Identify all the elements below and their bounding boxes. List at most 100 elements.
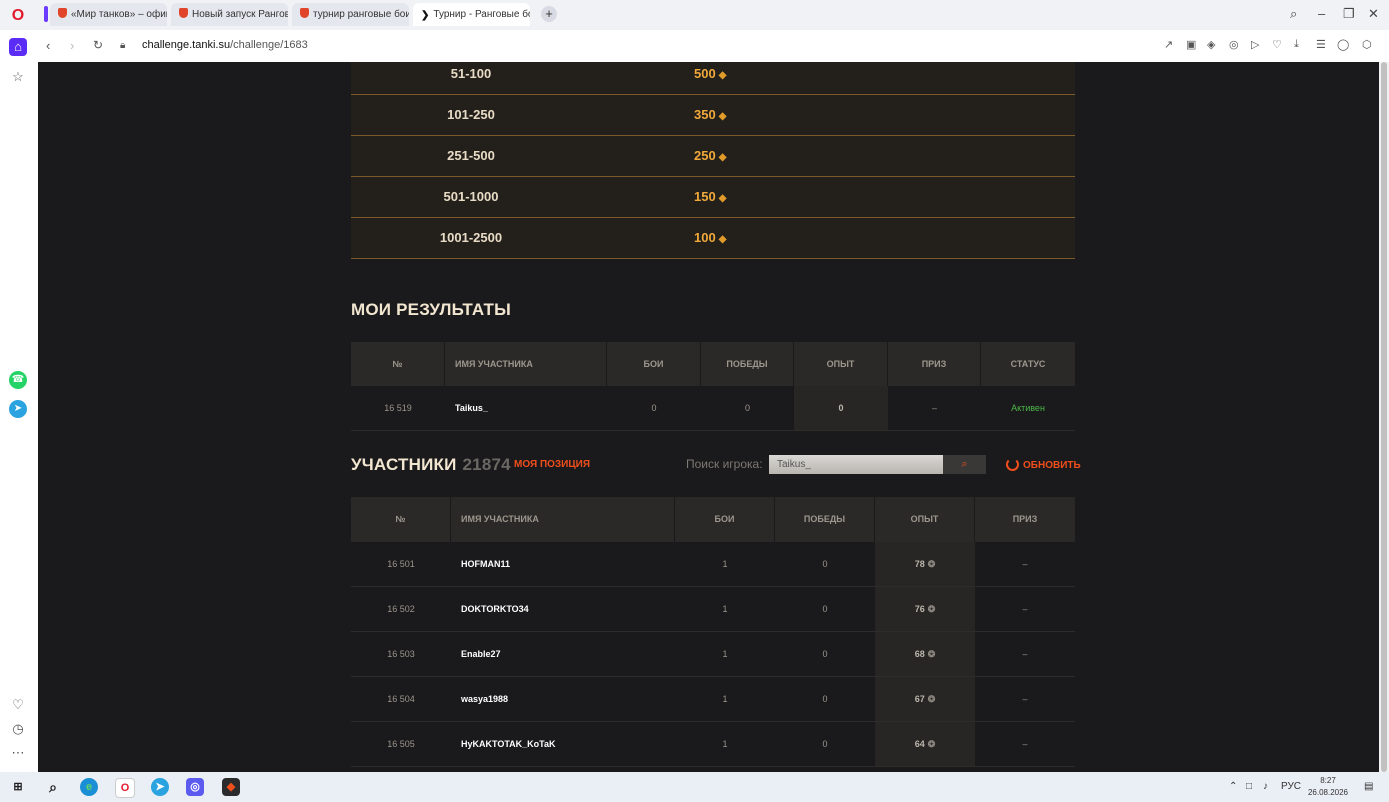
header-num[interactable]: № [351, 497, 451, 542]
volume-icon[interactable]: ♪ [1263, 781, 1268, 792]
table-header: № ИМЯ УЧАСТНИКА БОИ ПОБЕДЫ ОПЫТ ПРИЗ [351, 497, 1075, 542]
heart-icon[interactable]: ♡ [9, 696, 27, 714]
heart-icon[interactable]: ♡ [1272, 38, 1282, 51]
search-tabs-icon[interactable]: ⌕ [1290, 6, 1297, 22]
tab-ranked-launch[interactable]: Новый запуск Ранговых [171, 3, 288, 26]
clock[interactable]: 8:27 26.08.2026 [1307, 775, 1349, 799]
medal-icon: ❂ [927, 739, 936, 749]
header-name[interactable]: ИМЯ УЧАСТНИКА [445, 342, 607, 386]
header-wins[interactable]: ПОБЕДЫ [775, 497, 875, 542]
history-icon[interactable]: ◷ [9, 720, 27, 738]
cell-prize: – [1022, 559, 1028, 569]
player-search-input[interactable] [769, 455, 959, 474]
cell-prize: – [1022, 649, 1028, 659]
prize-table: 51-100 500 ◆ 101-250 350 ◆ 251-500 250 ◆ 50… [351, 62, 1075, 259]
header-battles[interactable]: БОИ [607, 342, 701, 386]
telegram-icon[interactable]: ➤ [151, 778, 169, 796]
tab-label: «Мир танков» – официал [71, 9, 167, 20]
lock-icon[interactable]: 🔒︎ [120, 40, 125, 51]
forward-icon[interactable]: › [70, 38, 74, 53]
cell-num: 16 519 [384, 403, 412, 413]
restore-icon[interactable]: ❐ [1343, 6, 1355, 22]
shield-favicon-icon [179, 8, 188, 18]
table-row: 16 505 HyKAKTOTAK_KoTaK 1 0 64 ❂ – [351, 722, 1075, 767]
medal-icon: ❂ [927, 604, 936, 614]
prize-value: 250 ◆ [694, 136, 726, 178]
medal-icon: ❂ [927, 559, 936, 569]
camera-icon[interactable]: ▣ [1186, 38, 1196, 51]
cell-num: 16 502 [387, 604, 415, 614]
exp-value: 76 [914, 604, 925, 614]
my-results-table: № ИМЯ УЧАСТНИКА БОИ ПОБЕДЫ ОПЫТ ПРИЗ СТА… [351, 342, 1075, 431]
header-prize[interactable]: ПРИЗ [975, 497, 1075, 542]
cell-name[interactable]: Enable27 [451, 632, 675, 676]
more-icon[interactable]: ⋯ [9, 744, 27, 762]
refresh-label: ОБНОВИТЬ [1023, 460, 1081, 471]
extensions-icon[interactable]: ⬡ [1362, 38, 1372, 51]
tray-expand-icon[interactable]: ⌃ [1229, 781, 1237, 792]
tab-tournament-active[interactable]: ❯Турнир - Ранговые бои. [413, 3, 530, 26]
search-icon: ⌕ [961, 458, 968, 470]
exp-value: 68 [914, 649, 925, 659]
exp-value: 64 [914, 739, 925, 749]
game-center-icon[interactable]: ◆ [222, 778, 240, 796]
language-indicator[interactable]: РУС [1281, 781, 1301, 792]
scrollbar-thumb[interactable] [1381, 62, 1387, 772]
header-exp[interactable]: ОПЫТ [875, 497, 975, 542]
prize-rank: 501-1000 [443, 189, 499, 204]
new-tab-button[interactable]: + [541, 6, 557, 22]
tab-mir-tankov[interactable]: «Мир танков» – официал [50, 3, 167, 26]
edge-icon[interactable]: e [80, 778, 98, 796]
search-button[interactable]: ⌕ [943, 455, 986, 474]
adblock-shield-icon[interactable]: ◈ [1207, 38, 1215, 51]
messenger-icon[interactable]: ◎ [186, 778, 204, 796]
cell-battles: 1 [722, 559, 728, 569]
cell-name[interactable]: DOKTORKTO34 [451, 587, 675, 631]
cell-name[interactable]: HOFMAN11 [451, 542, 675, 586]
whatsapp-icon[interactable]: ☎ [9, 371, 27, 389]
minimize-icon[interactable]: – [1318, 6, 1325, 21]
header-exp[interactable]: ОПЫТ [794, 342, 888, 386]
share-icon[interactable]: ↗ [1164, 38, 1173, 51]
my-results-title: МОИ РЕЗУЛЬТАТЫ [351, 300, 511, 319]
home-icon[interactable]: ⌂ [9, 38, 27, 56]
header-num[interactable]: № [351, 342, 445, 386]
star-icon[interactable]: ☆ [9, 68, 27, 86]
download-icon[interactable]: ⤓ [1294, 38, 1299, 51]
my-position-link[interactable]: МОЯ ПОЗИЦИЯ [514, 459, 590, 470]
notifications-icon[interactable]: ▤ [1364, 781, 1373, 792]
windows-taskbar: ⊞ ⌕ e O ➤ ◎ ◆ ⌃ □ ♪ РУС 8:27 26.08.2026 ▤ [0, 772, 1389, 802]
easy-setup-icon[interactable]: ☰ [1316, 38, 1326, 51]
close-icon[interactable]: ✕ [1368, 6, 1379, 22]
telegram-icon[interactable]: ➤ [9, 400, 27, 418]
opera-icon[interactable]: O [115, 778, 135, 798]
gold-icon: ◆ [718, 152, 727, 163]
status-badge: Активен [1011, 403, 1045, 413]
header-status[interactable]: СТАТУС [981, 342, 1075, 386]
tab-search-ranked[interactable]: турнир ранговые бои - Р [292, 3, 409, 26]
page-scrollbar[interactable] [1379, 62, 1389, 772]
opera-logo-icon[interactable]: O [8, 6, 28, 26]
player-icon[interactable]: ▷ [1251, 38, 1259, 51]
chevron-favicon-icon: ❯ [421, 10, 430, 21]
network-icon[interactable]: □ [1246, 781, 1252, 792]
profile-icon[interactable]: ◯ [1337, 38, 1349, 51]
table-row: 16 502 DOKTORKTO34 1 0 76 ❂ – [351, 587, 1075, 632]
cell-name[interactable]: HyKAKTOTAK_KoTaK [451, 722, 675, 766]
medal-icon: ❂ [927, 649, 936, 659]
url-field[interactable]: challenge.tanki.su/challenge/1683 [142, 39, 308, 51]
cell-wins: 0 [822, 604, 828, 614]
reload-icon[interactable]: ↻ [93, 38, 103, 52]
header-prize[interactable]: ПРИЗ [888, 342, 981, 386]
cell-name[interactable]: wasya1988 [451, 677, 675, 721]
header-wins[interactable]: ПОБЕДЫ [701, 342, 794, 386]
cell-name[interactable]: Taikus_ [445, 386, 607, 430]
header-name[interactable]: ИМЯ УЧАСТНИКА [451, 497, 675, 542]
search-icon[interactable]: ⌕ [44, 778, 62, 796]
header-battles[interactable]: БОИ [675, 497, 775, 542]
back-icon[interactable]: ‹ [46, 38, 50, 53]
windows-start-icon[interactable]: ⊞ [9, 778, 27, 796]
vpn-icon[interactable]: ◎ [1229, 38, 1239, 51]
refresh-button[interactable]: ОБНОВИТЬ [1006, 458, 1081, 471]
cell-exp: 76 ❂ [875, 587, 975, 631]
